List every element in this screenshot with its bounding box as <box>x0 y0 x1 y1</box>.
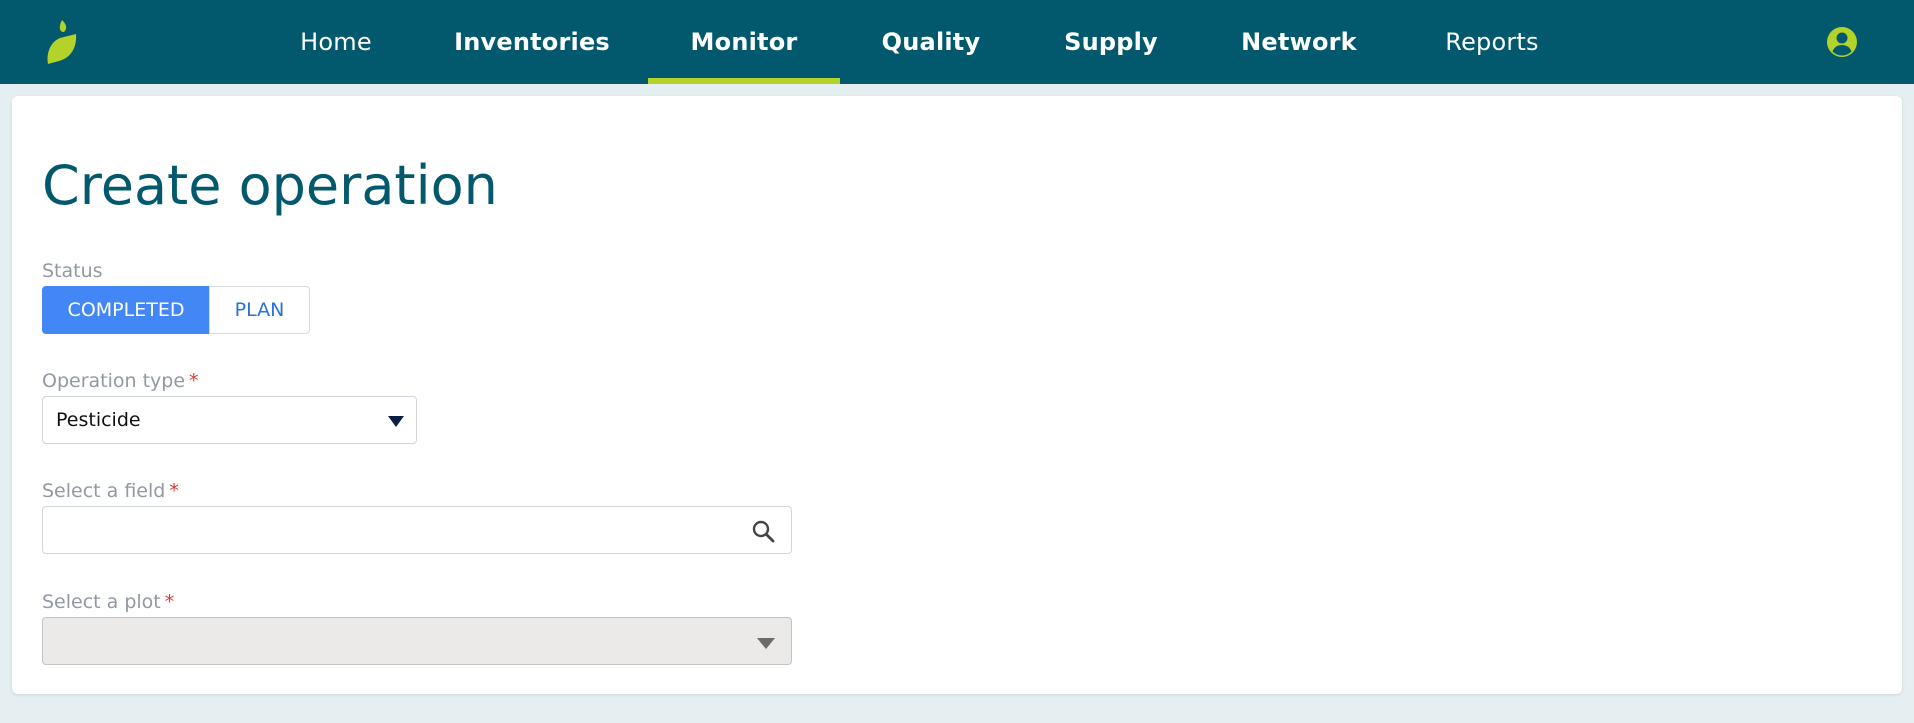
nav-quality[interactable]: Quality <box>872 0 990 84</box>
required-mark: * <box>189 370 199 392</box>
nav-supply[interactable]: Supply <box>1058 0 1164 84</box>
plot-label-text: Select a plot <box>42 591 161 613</box>
status-completed-button[interactable]: COMPLETED <box>42 286 210 334</box>
operation-type-value: Pesticide <box>56 409 141 431</box>
nav-reports[interactable]: Reports <box>1438 0 1546 84</box>
nav-monitor[interactable]: Monitor <box>648 0 840 84</box>
nav-network[interactable]: Network <box>1234 0 1364 84</box>
field-label-text: Select a field <box>42 480 166 502</box>
field-label: Select a field * <box>42 480 179 502</box>
operation-type-select[interactable]: Pesticide <box>42 396 417 444</box>
required-mark: * <box>164 591 175 613</box>
status-label: Status <box>42 260 103 282</box>
top-navigation-bar: Home Inventories Monitor Quality Supply … <box>0 0 1914 84</box>
plot-label: Select a plot * <box>42 591 174 613</box>
search-icon[interactable] <box>751 519 775 543</box>
status-plan-button[interactable]: PLAN <box>209 286 310 334</box>
required-mark: * <box>169 480 179 502</box>
chevron-down-icon <box>757 638 775 649</box>
page-title: Create operation <box>42 154 498 217</box>
field-search-input[interactable] <box>42 506 792 554</box>
plot-select[interactable] <box>42 617 792 665</box>
leaf-logo-icon[interactable] <box>44 20 80 64</box>
chevron-down-icon <box>388 416 404 427</box>
operation-type-label: Operation type * <box>42 370 199 392</box>
nav-inventories[interactable]: Inventories <box>451 0 613 84</box>
operation-type-label-text: Operation type <box>42 370 186 392</box>
nav-home[interactable]: Home <box>287 0 385 84</box>
user-circle-icon[interactable] <box>1826 26 1858 58</box>
